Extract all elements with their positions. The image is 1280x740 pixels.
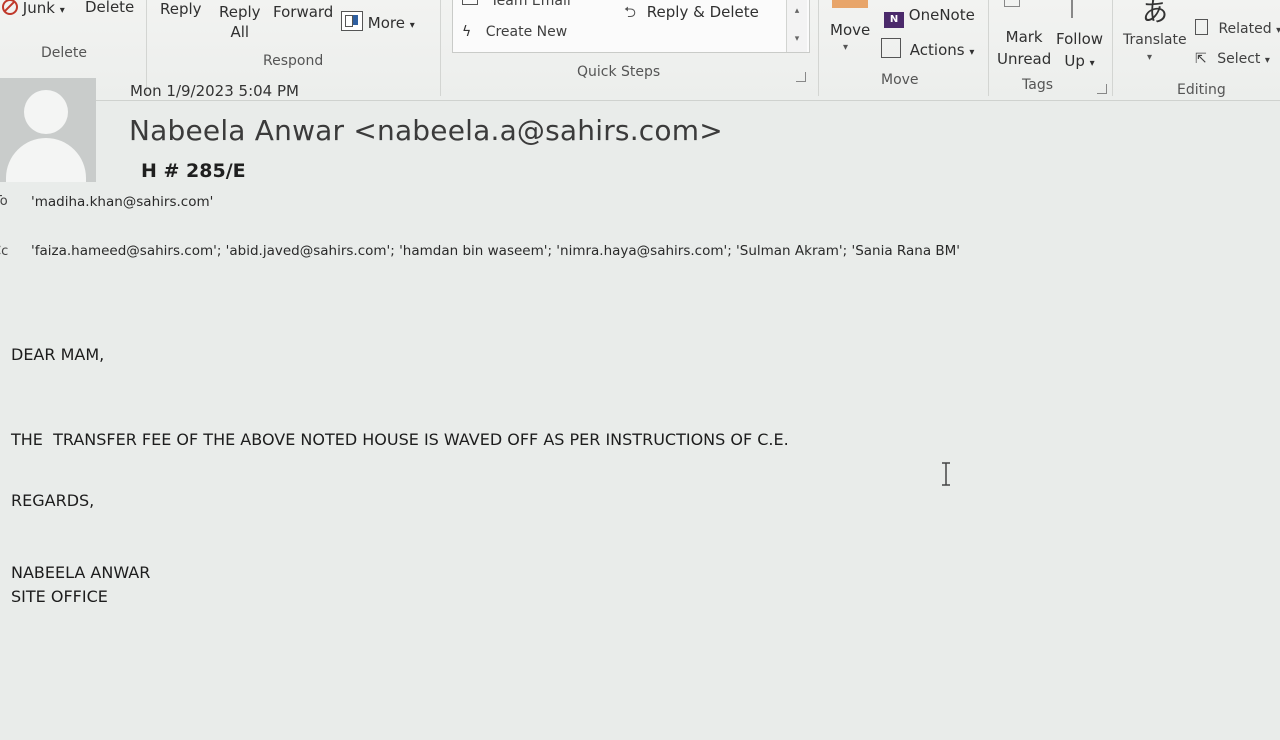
reply-all-label-2: All	[230, 23, 250, 41]
text-cursor-icon	[942, 462, 950, 486]
follow-up-flag-icon	[1071, 0, 1073, 18]
chevron-down-icon: ▾	[969, 47, 975, 58]
scroll-down-icon[interactable]: ▾	[792, 34, 802, 44]
chevron-down-icon: ▾	[1147, 52, 1153, 63]
reply-delete-label: Reply & Delete	[646, 3, 759, 21]
create-new-label: Create New	[485, 24, 568, 40]
cc-recipients[interactable]: 'faiza.hameed@sahirs.com'; 'abid.javed@s…	[31, 243, 960, 259]
mark-label-1: Mark	[1005, 28, 1043, 46]
select-icon: ⇱	[1195, 51, 1207, 67]
to-label: To	[0, 194, 8, 209]
actions-icon	[881, 38, 901, 58]
translate-icon: あ	[1142, 0, 1169, 28]
related-label: Related	[1218, 21, 1272, 37]
translate-label: Translate	[1123, 32, 1187, 48]
group-label-quick-steps: Quick Steps	[577, 64, 661, 80]
body-greeting: DEAR MAM,	[11, 345, 105, 364]
to-recipients[interactable]: 'madiha.khan@sahirs.com'	[31, 194, 213, 210]
move-button[interactable]: Move	[830, 21, 870, 39]
signature-name: NABEELA ANWAR	[11, 563, 151, 582]
onenote-icon: N	[884, 12, 904, 28]
divider	[1112, 0, 1113, 96]
signature-title: SITE OFFICE	[11, 587, 108, 606]
scroll-up-icon[interactable]: ▴	[792, 6, 802, 16]
envelope-icon	[1004, 0, 1020, 7]
forward-label: Forward	[273, 3, 334, 21]
chevron-down-icon: ▾	[409, 20, 415, 31]
quick-steps-launcher-icon[interactable]	[796, 72, 806, 82]
tags-launcher-icon[interactable]	[1097, 84, 1107, 94]
message-subject: H # 285/E	[141, 160, 246, 182]
chevron-down-icon: ▾	[1276, 25, 1280, 36]
divider	[988, 0, 989, 96]
divider	[818, 0, 819, 96]
junk-label: Junk	[22, 0, 55, 17]
chevron-down-icon: ▾	[59, 5, 65, 16]
group-label-delete: Delete	[41, 45, 87, 61]
actions-button[interactable]: Actions ▾	[881, 38, 974, 59]
team-email-icon	[462, 0, 478, 5]
quick-step-reply-delete[interactable]: ⮌ Reply & Delete	[624, 2, 759, 27]
group-label-tags: Tags	[1022, 77, 1053, 93]
reply-all-label-1: Reply	[219, 3, 261, 21]
related-icon	[1195, 19, 1208, 35]
follow-label-1: Follow	[1056, 30, 1104, 48]
cc-label: Cc	[0, 244, 9, 259]
onenote-label: OneNote	[908, 6, 975, 24]
move-icon	[832, 0, 868, 8]
quick-step-team-email[interactable]: Team Email	[462, 0, 571, 9]
divider	[440, 0, 441, 96]
avatar-icon	[24, 90, 68, 134]
delete-button[interactable]: Delete	[85, 0, 134, 16]
junk-icon	[2, 0, 18, 15]
more-label: More	[367, 14, 405, 32]
body-closing: REGARDS,	[11, 491, 95, 510]
related-button[interactable]: Related ▾	[1195, 19, 1280, 37]
onenote-button[interactable]: N OneNote	[884, 6, 975, 28]
body-line: THE TRANSFER FEE OF THE ABOVE NOTED HOUS…	[11, 430, 789, 449]
forward-button[interactable]: Forward	[273, 3, 333, 21]
more-icon	[341, 11, 363, 31]
junk-button[interactable]: Junk ▾	[2, 0, 65, 17]
reply-delete-icon: ⮌	[624, 3, 637, 21]
delete-label: Delete	[85, 0, 135, 16]
reply-button[interactable]: Reply	[160, 0, 202, 18]
quick-steps-scrollbar[interactable]: ▴ ▾	[786, 0, 807, 52]
group-label-move: Move	[881, 72, 919, 88]
team-email-label: Team Email	[490, 0, 571, 9]
chevron-down-icon: ▾	[843, 42, 849, 53]
follow-up-button[interactable]: Follow Up ▾	[1056, 28, 1103, 75]
actions-label: Actions	[909, 41, 965, 59]
select-label: Select	[1217, 51, 1261, 67]
translate-button[interactable]: Translate	[1123, 32, 1187, 48]
mark-unread-button[interactable]: Mark Unread	[997, 26, 1051, 70]
reply-label: Reply	[160, 0, 202, 18]
quick-step-create-new[interactable]: ϟ Create New	[462, 24, 567, 40]
sender-name[interactable]: Nabeela Anwar <nabeela.a@sahirs.com>	[129, 114, 723, 147]
reply-all-button[interactable]: Reply All	[219, 2, 261, 42]
chevron-down-icon: ▾	[1264, 55, 1270, 66]
select-button[interactable]: ⇱ Select ▾	[1195, 51, 1270, 67]
follow-label-2: Up	[1064, 52, 1085, 70]
sent-date: Mon 1/9/2023 5:04 PM	[130, 82, 299, 100]
move-label: Move	[830, 21, 871, 39]
avatar[interactable]	[0, 78, 96, 182]
more-button[interactable]: More ▾	[341, 11, 415, 32]
group-label-editing: Editing	[1177, 82, 1226, 98]
chevron-down-icon: ▾	[1089, 58, 1095, 69]
mark-label-2: Unread	[997, 50, 1052, 68]
create-new-icon: ϟ	[462, 24, 472, 40]
group-label-respond: Respond	[263, 53, 324, 69]
